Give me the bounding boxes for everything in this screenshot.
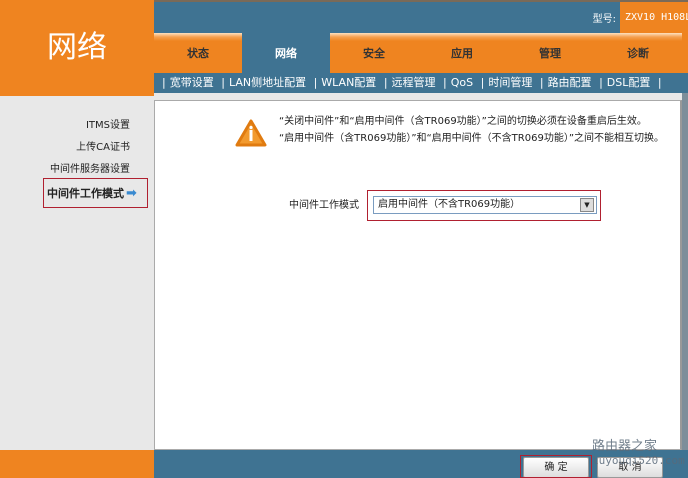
subnav-wlan[interactable]: WLAN配置 xyxy=(321,76,376,89)
sidebar-item-middleware-server[interactable]: 中间件服务器设置 xyxy=(50,160,130,175)
main-tabs: 状态 网络 安全 应用 管理 诊断 xyxy=(154,33,688,73)
arrow-right-icon: ➡ xyxy=(126,185,137,201)
tab-application[interactable]: 应用 xyxy=(418,33,506,73)
sidebar-item-upload-ca[interactable]: 上传CA证书 xyxy=(76,138,130,153)
mode-highlight: 启用中间件（不含TR069功能） ▼ xyxy=(367,190,601,221)
content-panel: “关闭中间件”和“启用中间件（含TR069功能）”之间的切换必须在设备重启后生效… xyxy=(154,100,682,450)
mode-select[interactable]: 启用中间件（不含TR069功能） ▼ xyxy=(373,196,597,214)
watermark-title: 路由器之家 xyxy=(592,439,658,454)
tab-security[interactable]: 安全 xyxy=(330,33,418,73)
sidebar-item-itms[interactable]: ITMS设置 xyxy=(86,116,130,131)
subnav-lan[interactable]: LAN侧地址配置 xyxy=(229,76,306,89)
tab-network[interactable]: 网络 xyxy=(242,33,330,73)
model-label: 型号: xyxy=(592,14,616,25)
warning-icon xyxy=(235,119,267,147)
chevron-down-icon[interactable]: ▼ xyxy=(580,198,594,212)
mode-select-value: 启用中间件（不含TR069功能） xyxy=(378,199,521,210)
note-no-switch: “启用中间件（含TR069功能）”和“启用中间件（不含TR069功能）”之间不能… xyxy=(279,133,665,144)
ok-button-highlight xyxy=(520,455,592,478)
top-bar: 型号: ZXV10 H108L xyxy=(154,0,688,33)
subnav-dsl[interactable]: DSL配置 xyxy=(607,76,651,89)
subnav-time[interactable]: 时间管理 xyxy=(488,76,532,89)
sub-nav: | 宽带设置 | LAN侧地址配置 | WLAN配置 | 远程管理 | QoS | 时间管理… xyxy=(154,73,688,93)
watermark-url: luyouqi520.com xyxy=(592,454,685,467)
tab-diagnosis[interactable]: 诊断 xyxy=(594,33,682,73)
subnav-routing[interactable]: 路由配置 xyxy=(548,76,592,89)
note-restart: “关闭中间件”和“启用中间件（含TR069功能）”之间的切换必须在设备重启后生效… xyxy=(279,116,647,127)
sidebar-item-middleware-mode[interactable]: 中间件工作模式 ➡ xyxy=(43,178,148,208)
subnav-qos[interactable]: QoS xyxy=(451,76,473,89)
subnav-remote-management[interactable]: 远程管理 xyxy=(392,76,436,89)
sidebar: ITMS设置 上传CA证书 中间件服务器设置 中间件工作模式 ➡ xyxy=(0,96,154,450)
section-title: 网络 xyxy=(0,0,154,96)
warning-message: “关闭中间件”和“启用中间件（含TR069功能）”之间的切换必须在设备重启后生效… xyxy=(279,115,664,149)
footer-left xyxy=(0,450,154,478)
watermark: 路由器之家 luyouqi520.com xyxy=(592,440,685,468)
sidebar-item-label: 中间件工作模式 xyxy=(47,187,124,200)
tab-status[interactable]: 状态 xyxy=(154,33,242,73)
right-edge xyxy=(682,93,688,450)
subnav-broadband[interactable]: 宽带设置 xyxy=(170,76,214,89)
model-info: 型号: ZXV10 H108L xyxy=(593,2,688,33)
tab-management[interactable]: 管理 xyxy=(506,33,594,73)
model-value: ZXV10 H108L xyxy=(620,2,688,33)
mode-label: 中间件工作模式 xyxy=(289,200,359,211)
